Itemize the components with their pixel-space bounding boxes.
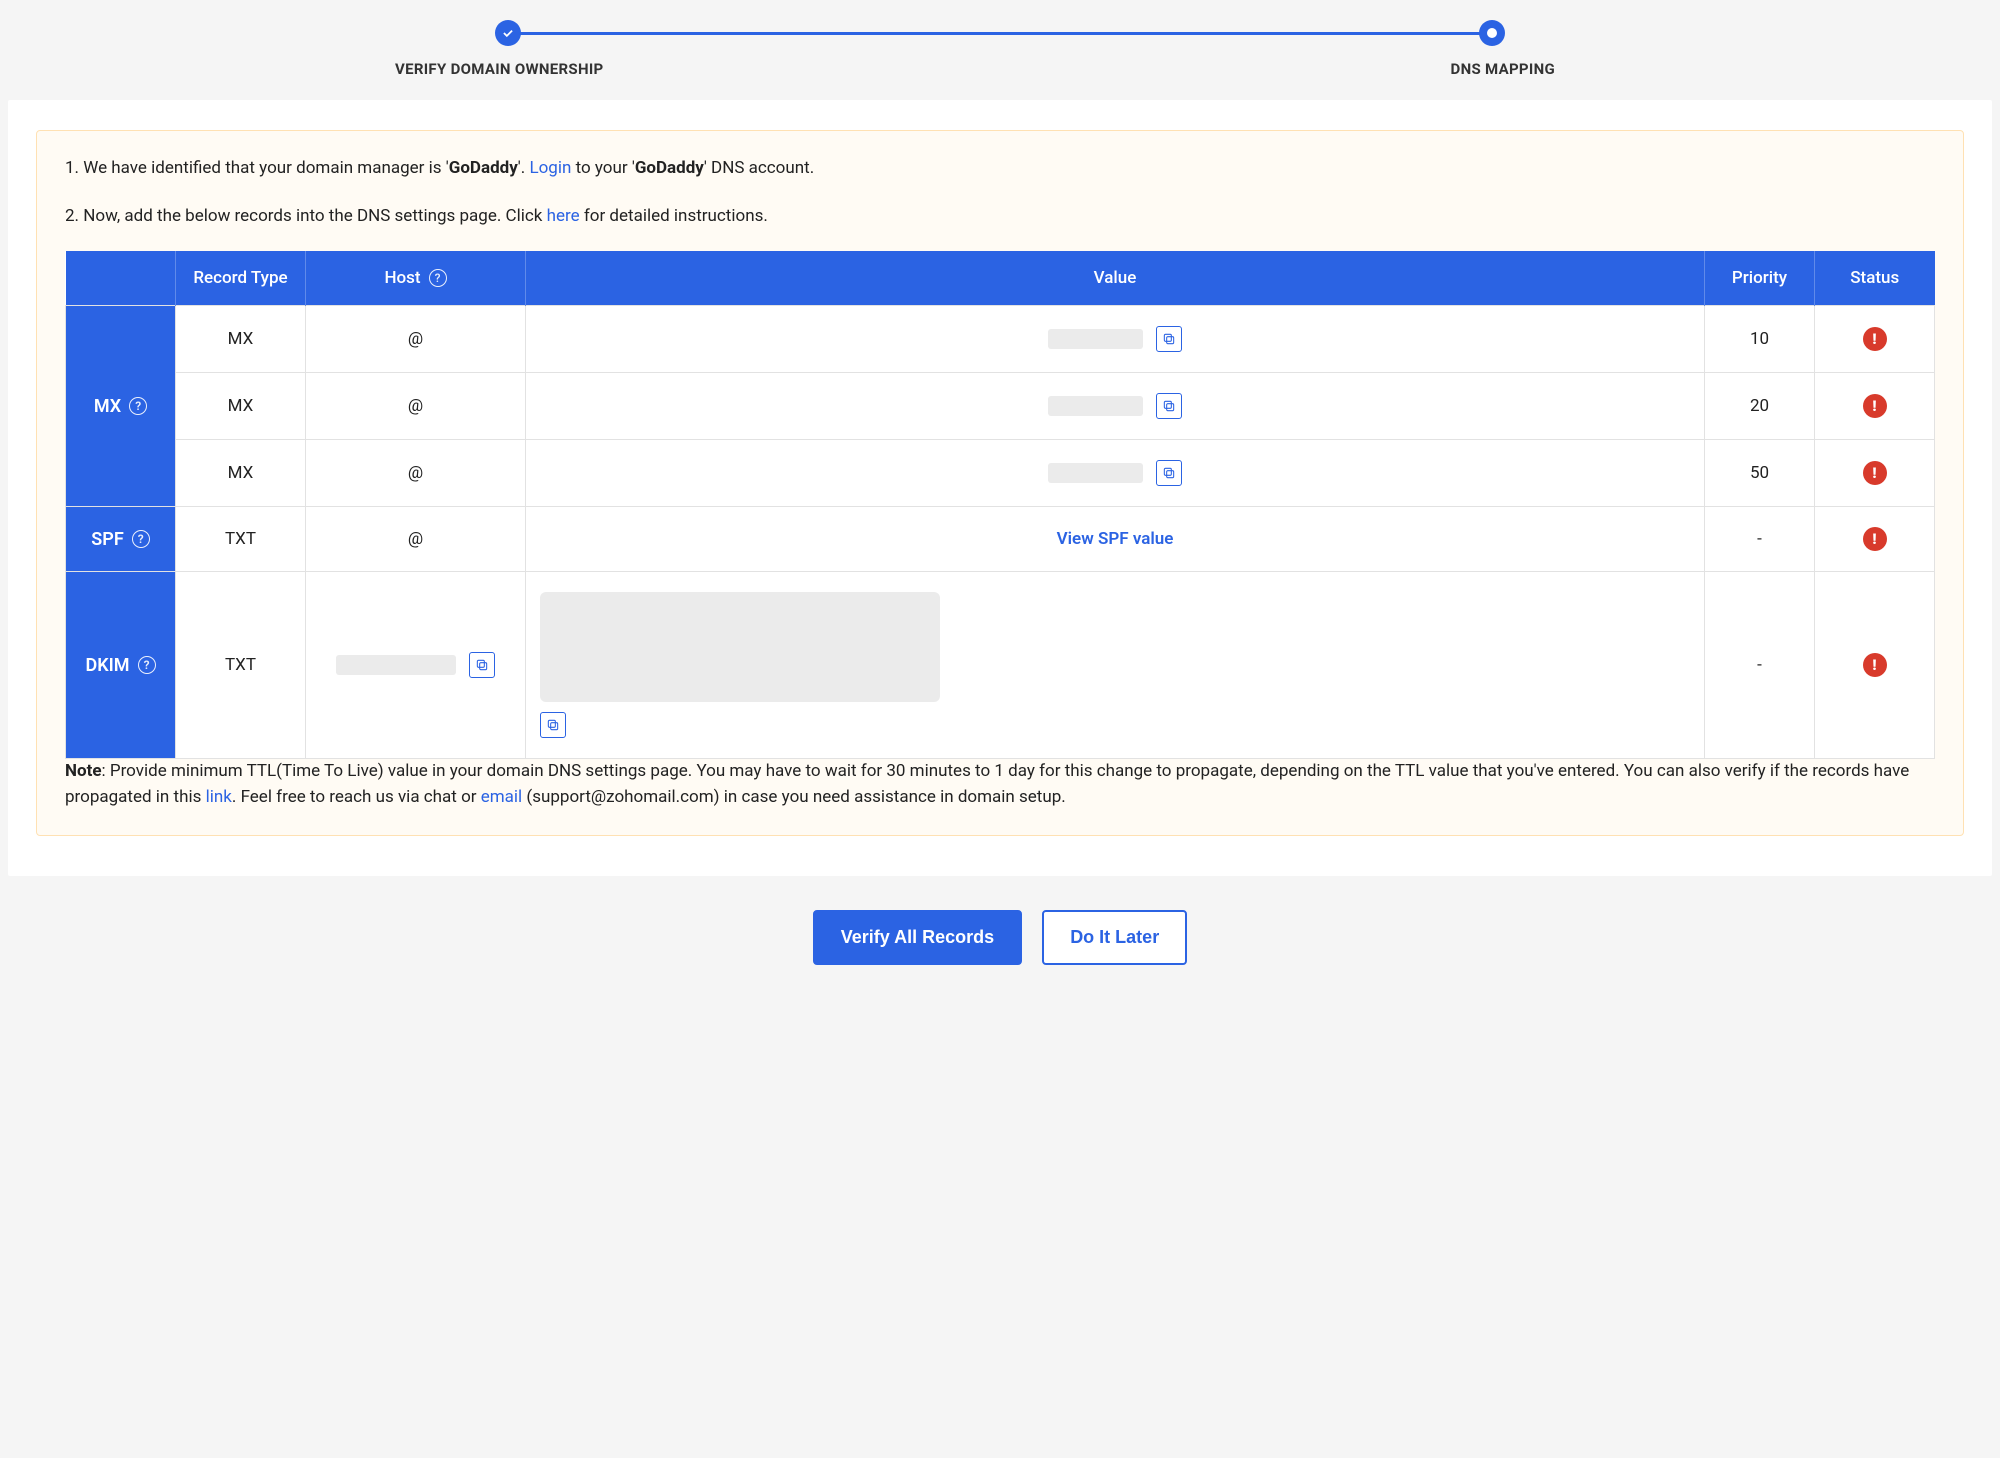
copy-button[interactable] (1156, 326, 1182, 352)
step-node-verify-domain (495, 20, 521, 46)
view-spf-value-link[interactable]: View SPF value (1057, 529, 1174, 549)
group-dkim: DKIM? (66, 572, 176, 759)
th-host: Host? (306, 251, 526, 306)
cell-record-type: TXT (176, 507, 306, 572)
help-icon[interactable]: ? (429, 269, 447, 287)
instruction-line-2: 2. Now, add the below records into the D… (65, 204, 1935, 230)
copy-button[interactable] (540, 712, 566, 738)
redacted-value (1048, 396, 1143, 416)
copy-button[interactable] (1156, 393, 1182, 419)
email-support-link[interactable]: email (481, 787, 522, 807)
table-row: MX? MX @ 10 ! (66, 306, 1935, 373)
cell-value (526, 306, 1705, 373)
cell-status: ! (1815, 440, 1935, 507)
cell-status: ! (1815, 572, 1935, 759)
instructions-box: 1. We have identified that your domain m… (36, 130, 1964, 836)
step-label-1: VERIFY DOMAIN OWNERSHIP (395, 60, 604, 78)
table-row: MX @ 20 ! (66, 373, 1935, 440)
verify-all-records-button[interactable]: Verify All Records (813, 910, 1022, 965)
cell-priority: 50 (1705, 440, 1815, 507)
detailed-instructions-link[interactable]: here (547, 206, 580, 226)
cell-record-type: MX (176, 440, 306, 507)
th-value: Value (526, 251, 1705, 306)
group-mx: MX? (66, 306, 176, 507)
cell-host: @ (306, 306, 526, 373)
th-record-type: Record Type (176, 251, 306, 306)
cell-host: @ (306, 507, 526, 572)
stepper (8, 0, 1992, 52)
cell-priority: 20 (1705, 373, 1815, 440)
copy-button[interactable] (1156, 460, 1182, 486)
dns-records-table: Record Type Host? Value Priority Status … (65, 251, 1935, 759)
cell-record-type: MX (176, 373, 306, 440)
cell-host: @ (306, 373, 526, 440)
propagation-check-link[interactable]: link (206, 787, 232, 807)
error-icon: ! (1863, 461, 1887, 485)
table-row: DKIM? TXT - (66, 572, 1935, 759)
th-blank (66, 251, 176, 306)
footer-buttons: Verify All Records Do It Later (8, 876, 1992, 971)
step-node-dns-mapping (1479, 20, 1505, 46)
instruction-line-1: 1. We have identified that your domain m… (65, 156, 1935, 182)
step-label-2: DNS MAPPING (1451, 60, 1555, 78)
help-icon[interactable]: ? (138, 656, 156, 674)
redacted-value (1048, 463, 1143, 483)
th-status: Status (1815, 251, 1935, 306)
copy-button[interactable] (469, 652, 495, 678)
help-icon[interactable]: ? (129, 397, 147, 415)
cell-status: ! (1815, 306, 1935, 373)
cell-record-type: TXT (176, 572, 306, 759)
table-row: MX @ 50 ! (66, 440, 1935, 507)
login-link[interactable]: Login (529, 158, 571, 178)
do-it-later-button[interactable]: Do It Later (1042, 910, 1187, 965)
cell-value (526, 373, 1705, 440)
cell-host: @ (306, 440, 526, 507)
main-card: 1. We have identified that your domain m… (8, 100, 1992, 876)
note-text: Note: Provide minimum TTL(Time To Live) … (65, 759, 1935, 810)
cell-value (526, 440, 1705, 507)
help-icon[interactable]: ? (132, 530, 150, 548)
cell-record-type: MX (176, 306, 306, 373)
error-icon: ! (1863, 527, 1887, 551)
cell-status: ! (1815, 507, 1935, 572)
cell-priority: - (1705, 507, 1815, 572)
table-row: SPF? TXT @ View SPF value - ! (66, 507, 1935, 572)
error-icon: ! (1863, 327, 1887, 351)
cell-priority: 10 (1705, 306, 1815, 373)
cell-value: View SPF value (526, 507, 1705, 572)
cell-status: ! (1815, 373, 1935, 440)
cell-host (306, 572, 526, 759)
cell-priority: - (1705, 572, 1815, 759)
redacted-value (540, 592, 940, 702)
error-icon: ! (1863, 394, 1887, 418)
cell-value (526, 572, 1705, 759)
th-priority: Priority (1705, 251, 1815, 306)
error-icon: ! (1863, 653, 1887, 677)
redacted-value (336, 655, 456, 675)
group-spf: SPF? (66, 507, 176, 572)
redacted-value (1048, 329, 1143, 349)
